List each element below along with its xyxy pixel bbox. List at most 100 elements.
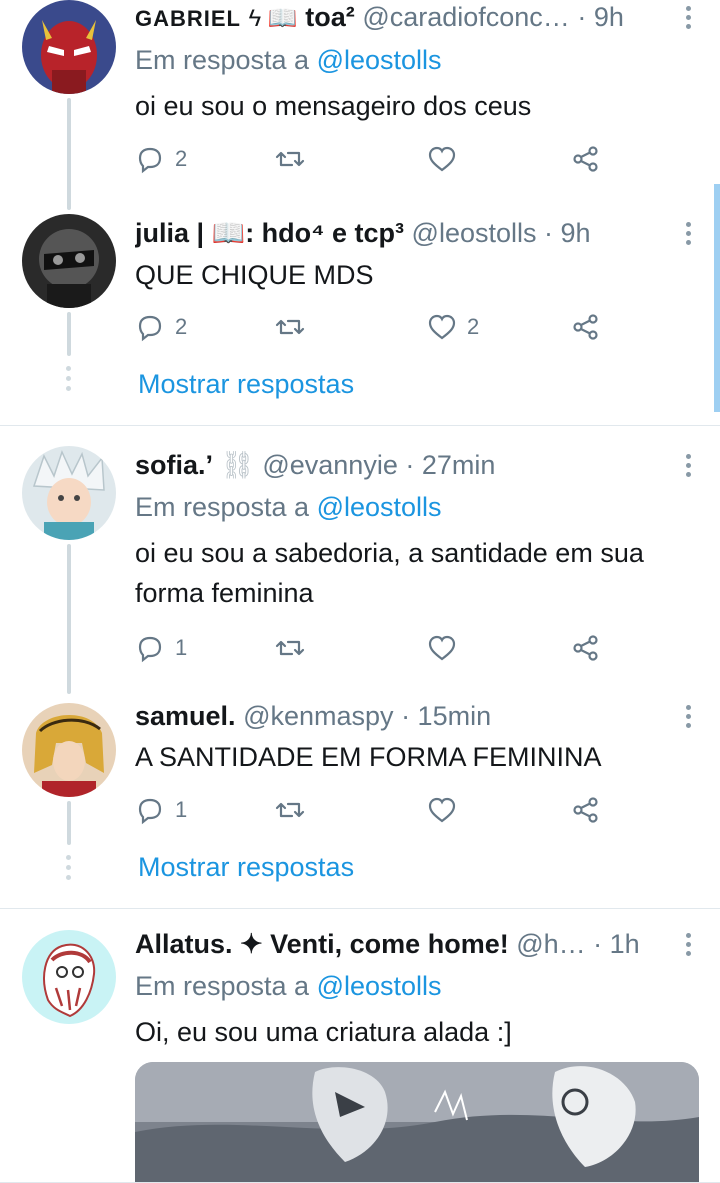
show-replies-link[interactable]: Mostrar respostas xyxy=(138,367,354,401)
reply-button[interactable]: 2 xyxy=(135,142,187,176)
reply-icon xyxy=(138,636,162,663)
tweet-header: Allatus. ✦ Venti, come home! @h… · 1h xyxy=(135,927,650,961)
tweet-text-line: forma feminina xyxy=(135,578,314,608)
handle[interactable]: @leostolls xyxy=(412,218,537,248)
share-icon xyxy=(573,146,598,172)
like-icon xyxy=(428,146,456,172)
reply-mention[interactable]: @leostolls xyxy=(317,971,442,1001)
avatar-gabriel[interactable] xyxy=(22,0,116,94)
reply-button[interactable]: 1 xyxy=(135,793,187,827)
reply-count: 1 xyxy=(175,797,188,822)
more-icon[interactable] xyxy=(686,705,692,732)
more-icon[interactable] xyxy=(686,6,692,33)
timestamp[interactable]: · 9h xyxy=(544,218,591,248)
reply-button[interactable]: 1 xyxy=(135,631,187,665)
retweet-icon xyxy=(275,151,305,167)
scrollbar[interactable] xyxy=(714,184,720,412)
reply-icon xyxy=(138,315,162,342)
handle[interactable]: @kenmaspy xyxy=(243,701,393,731)
tweet-header: sofia.’ ⛓ @evannyie · 27min xyxy=(135,448,650,482)
avatar-image xyxy=(22,214,116,308)
reply-count: 2 xyxy=(175,314,188,339)
avatar-allatus[interactable] xyxy=(22,930,116,1024)
thread-line xyxy=(67,312,71,356)
avatar-sofia[interactable] xyxy=(22,446,116,540)
reply-to-line: Em resposta a @leostolls xyxy=(135,43,442,77)
reply-button[interactable]: 2 xyxy=(135,310,187,344)
reply-icon xyxy=(138,147,162,174)
reply-count: 1 xyxy=(175,635,188,660)
reply-prefix: Em resposta a xyxy=(135,971,310,1001)
retweet-icon xyxy=(275,640,305,656)
tweet-header: GABRIEL ϟ 📖 toa² @caradiofconc… · 9h xyxy=(135,0,650,36)
name-emoji: ϟ 📖 xyxy=(248,5,298,32)
like-button[interactable] xyxy=(427,142,467,176)
tweet-text: Oi, eu sou uma criatura alada :] xyxy=(135,1017,512,1047)
retweet-button[interactable] xyxy=(275,631,315,665)
tweet-media-image[interactable] xyxy=(135,1062,699,1183)
display-name-suffix: toa² xyxy=(305,2,355,32)
timestamp[interactable]: · 15min xyxy=(401,701,491,731)
tweet-text-line: oi eu sou a sabedoria, a santidade em su… xyxy=(135,538,644,568)
tweet-text: QUE CHIQUE MDS xyxy=(135,260,374,290)
handle[interactable]: @h… xyxy=(516,929,585,959)
more-icon[interactable] xyxy=(686,454,692,481)
like-button[interactable] xyxy=(427,793,467,827)
share-button[interactable] xyxy=(571,793,601,827)
tweet-actions: 1 xyxy=(135,793,605,827)
retweet-icon xyxy=(275,802,305,818)
timestamp[interactable]: · 27min xyxy=(405,450,495,480)
display-name[interactable]: sofia.’ xyxy=(135,450,213,480)
thread-line xyxy=(67,544,71,694)
like-icon xyxy=(428,635,456,661)
avatar-image xyxy=(22,446,116,540)
avatar-julia[interactable] xyxy=(22,214,116,308)
reply-prefix: Em resposta a xyxy=(135,492,310,522)
display-name[interactable]: samuel. xyxy=(135,701,236,731)
like-count: 2 xyxy=(467,314,480,339)
share-button[interactable] xyxy=(571,631,601,665)
share-icon xyxy=(573,797,598,823)
timestamp[interactable]: · 1h xyxy=(593,929,640,959)
reply-mention[interactable]: @leostolls xyxy=(317,492,442,522)
thread-line xyxy=(67,801,71,845)
conversation-divider xyxy=(0,908,720,909)
tweet-actions: 2 2 xyxy=(135,310,605,344)
like-icon xyxy=(428,797,456,823)
show-replies-link[interactable]: Mostrar respostas xyxy=(138,850,354,884)
handle[interactable]: @caradiofconc… xyxy=(362,2,570,32)
retweet-button[interactable] xyxy=(275,142,315,176)
tweet-text: A SANTIDADE EM FORMA FEMININA xyxy=(135,742,602,772)
reply-to-line: Em resposta a @leostolls xyxy=(135,490,442,524)
handle[interactable]: @evannyie xyxy=(262,450,398,480)
tweet-actions: 2 xyxy=(135,142,605,176)
tweet-header: julia | 📖: hdo⁴ e tcp³ @leostolls · 9h xyxy=(135,216,650,250)
share-button[interactable] xyxy=(571,142,601,176)
thread-line xyxy=(67,98,71,210)
reply-to-line: Em resposta a @leostolls xyxy=(135,969,442,1003)
display-name[interactable]: julia | 📖: hdo⁴ e tcp³ xyxy=(135,218,404,248)
timestamp[interactable]: · 9h xyxy=(577,2,624,32)
media-image xyxy=(135,1062,699,1183)
more-icon[interactable] xyxy=(686,222,692,249)
retweet-button[interactable] xyxy=(275,793,315,827)
conversation-divider xyxy=(0,425,720,426)
avatar-image xyxy=(22,930,116,1024)
retweet-button[interactable] xyxy=(275,310,315,344)
reply-count: 2 xyxy=(175,146,188,171)
name-emoji: ⛓ xyxy=(220,450,255,480)
display-name[interactable]: Allatus. ✦ Venti, come home! xyxy=(135,929,509,959)
tweet-actions: 1 xyxy=(135,631,605,665)
share-button[interactable] xyxy=(571,310,601,344)
display-name[interactable]: GABRIEL xyxy=(135,6,241,31)
like-button[interactable] xyxy=(427,631,467,665)
avatar-image xyxy=(22,0,116,94)
retweet-icon xyxy=(275,319,305,335)
thread-dots xyxy=(66,855,72,885)
reply-mention[interactable]: @leostolls xyxy=(317,45,442,75)
avatar-image xyxy=(22,703,116,797)
avatar-samuel[interactable] xyxy=(22,703,116,797)
more-icon[interactable] xyxy=(686,933,692,960)
reply-icon xyxy=(138,798,162,825)
like-button[interactable]: 2 xyxy=(427,310,479,344)
